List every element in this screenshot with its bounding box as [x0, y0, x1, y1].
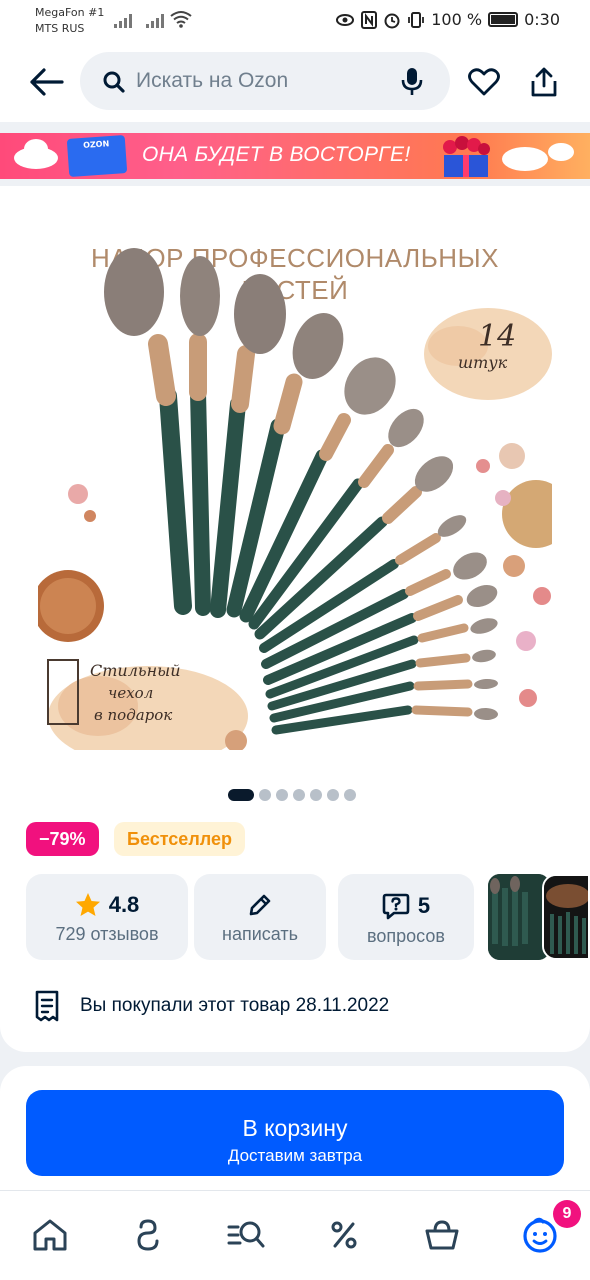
- back-button[interactable]: [24, 62, 68, 102]
- carousel-dot[interactable]: [344, 789, 356, 801]
- carousel-dot[interactable]: [327, 789, 339, 801]
- carousel-dot[interactable]: [310, 789, 322, 801]
- vibrate-icon: [408, 11, 425, 28]
- heart-icon: [468, 68, 500, 96]
- rating-block[interactable]: 4.8 729 отзывов: [26, 874, 188, 960]
- carousel-dot[interactable]: [276, 789, 288, 801]
- write-review-label: написать: [222, 924, 298, 944]
- count-label: 14: [478, 319, 516, 354]
- questions-block[interactable]: 5 вопросов: [338, 874, 474, 960]
- nav-catalog[interactable]: [224, 1213, 268, 1257]
- share-icon: [531, 67, 557, 97]
- gift-icon: [443, 136, 490, 177]
- cart-button-subtitle: Доставим завтра: [227, 1145, 363, 1165]
- cloud-decoration: [502, 147, 548, 171]
- status-right: 100 % 0:30: [335, 10, 560, 29]
- write-review-block[interactable]: написать: [194, 874, 326, 960]
- ozon-logo: OZON: [66, 135, 128, 177]
- purchase-date-text: Вы покупали этот товар 28.11.2022: [80, 995, 390, 1016]
- wifi-icon: [170, 11, 192, 28]
- carousel-dot[interactable]: [293, 789, 305, 801]
- review-photo-thumb[interactable]: [542, 874, 590, 960]
- nav-home[interactable]: [28, 1213, 72, 1257]
- cloud-decoration: [24, 139, 48, 159]
- brush-set-illustration: 14 штук Стильный чехол в подарок: [38, 248, 552, 750]
- top-header: [0, 42, 590, 122]
- share-button[interactable]: [524, 62, 564, 102]
- home-icon: [33, 1219, 67, 1251]
- add-to-cart-button[interactable]: В корзину Доставим завтра: [26, 1090, 564, 1176]
- nav-discounts[interactable]: [322, 1213, 366, 1257]
- search-bar[interactable]: [80, 52, 450, 110]
- catalog-icon: [227, 1221, 265, 1248]
- product-page: MegaFon #1 MTS RUS 100 % 0:30 Искать на …: [0, 0, 590, 1280]
- clock: 0:30: [524, 10, 560, 29]
- profile-notification-badge: 9: [553, 1200, 581, 1228]
- arrow-left-icon: [30, 68, 64, 96]
- carrier-secondary: MTS RUS: [35, 22, 85, 35]
- promo-banner[interactable]: OZON ОНА БУДЕТ В ВОСТОРГЕ!: [0, 133, 590, 179]
- nav-cart[interactable]: [420, 1213, 464, 1257]
- status-bar: MegaFon #1 MTS RUS 100 % 0:30: [0, 0, 590, 42]
- product-card: НАБОР ПРОФЕССИОНАЛЬНЫХ КИСТЕЙ 14 штук Ст…: [0, 186, 590, 1052]
- profile-icon: [523, 1217, 557, 1253]
- star-icon: [75, 893, 100, 916]
- svg-text:в подарок: в подарок: [94, 706, 172, 724]
- svg-text:чехол: чехол: [108, 684, 153, 702]
- questions-count: 5: [417, 893, 431, 918]
- svg-text:Стильный: Стильный: [90, 661, 181, 680]
- search-input[interactable]: [136, 66, 386, 96]
- reviews-count: 729 отзывов: [55, 924, 159, 944]
- rating-value: 4.8: [108, 892, 140, 917]
- receipt-icon: [35, 990, 59, 1022]
- review-photo-thumb[interactable]: [488, 874, 550, 960]
- battery-percent: 100 %: [431, 10, 483, 29]
- cloud-decoration: [548, 143, 574, 161]
- alarm-icon: [384, 13, 400, 28]
- bestseller-badge: Бестселлер: [114, 822, 245, 856]
- bottom-navigation: [0, 1190, 590, 1280]
- carousel-dot[interactable]: [259, 789, 271, 801]
- fresh-icon: [137, 1219, 159, 1251]
- cart-button-title: В корзину: [242, 1114, 348, 1141]
- cart-panel: В корзину Доставим завтра: [0, 1066, 590, 1196]
- discount-badge: −79%: [26, 822, 99, 856]
- nfc-icon: [361, 10, 378, 29]
- purchase-info: Вы покупали этот товар 28.11.2022: [34, 990, 389, 1022]
- carousel-dot-active[interactable]: [228, 789, 254, 801]
- question-bubble-icon: [382, 893, 410, 920]
- svg-text:штук: штук: [458, 353, 508, 372]
- carousel-indicator[interactable]: [228, 789, 356, 801]
- pencil-icon: [249, 894, 271, 916]
- search-icon: [103, 71, 125, 93]
- signal-icon: [146, 12, 164, 28]
- nav-fresh[interactable]: [126, 1213, 170, 1257]
- signal-icon: [114, 12, 132, 28]
- product-image[interactable]: НАБОР ПРОФЕССИОНАЛЬНЫХ КИСТЕЙ 14 штук Ст…: [38, 236, 552, 750]
- favorite-button[interactable]: [464, 62, 504, 102]
- questions-label: вопросов: [367, 926, 445, 946]
- review-photo: [488, 874, 550, 960]
- carrier-primary: MegaFon #1: [35, 6, 105, 19]
- discounts-icon: [331, 1221, 357, 1249]
- eye-icon: [336, 13, 355, 26]
- cart-icon: [425, 1220, 459, 1250]
- review-photo: [544, 876, 588, 958]
- microphone-icon[interactable]: [400, 67, 424, 97]
- carrier-info: MegaFon #1 MTS RUS: [35, 5, 104, 37]
- promo-text: ОНА БУДЕТ В ВОСТОРГЕ!: [142, 143, 411, 166]
- battery-icon: [488, 12, 519, 27]
